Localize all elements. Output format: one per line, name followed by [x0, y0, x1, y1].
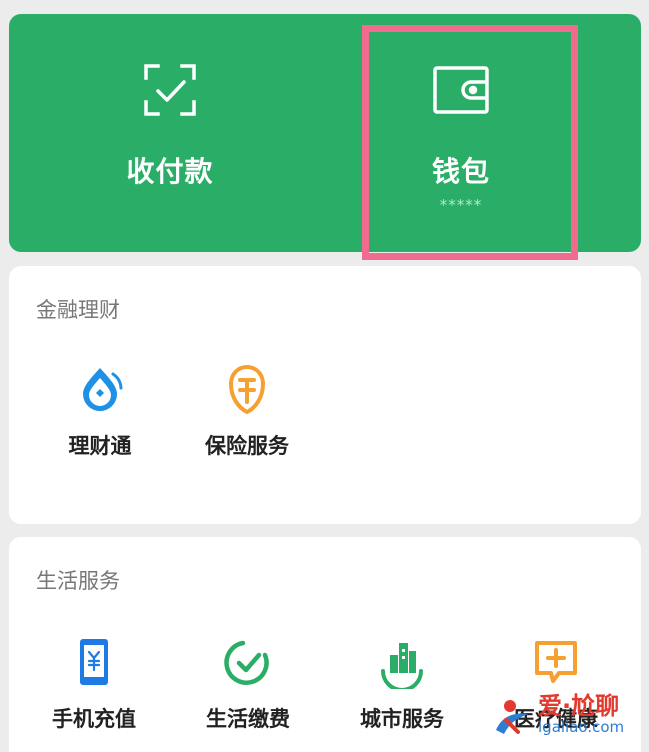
watermark-logo-icon: [496, 700, 528, 734]
wallet-balance-masked: *****: [439, 196, 483, 214]
site-watermark: 爱·尬聊 igaliao.com: [488, 686, 646, 746]
insurance-service-label: 保险服务: [205, 434, 289, 458]
finance-section: 金融理财 理财通 保险服务: [9, 266, 641, 524]
pay-receive-label: 收付款: [126, 155, 214, 188]
city-service-button[interactable]: 城市服务: [327, 635, 477, 733]
city-service-label: 城市服务: [360, 707, 444, 731]
watermark-cn-text: 爱·尬聊: [538, 692, 620, 720]
wallet-label: 钱包: [431, 155, 490, 188]
utility-payment-button[interactable]: 生活缴费: [173, 635, 323, 733]
phone-topup-button[interactable]: 手机充值: [19, 635, 169, 733]
wechat-pay-page: 收付款 钱包 ***** 金融理财 理财通 保险服务 生活服务 手机充值 生活缴…: [0, 0, 649, 752]
wallet-icon: [433, 66, 489, 114]
scan-check-icon: [144, 64, 196, 116]
phone-yuan-icon: [80, 639, 108, 685]
wealth-service-label: 理财通: [68, 434, 132, 458]
insurance-shield-icon: [228, 364, 266, 415]
wealth-drop-icon: [83, 368, 123, 411]
medical-plus-icon: [535, 641, 577, 683]
phone-topup-label: 手机充值: [52, 707, 136, 731]
insurance-service-button[interactable]: 保险服务: [172, 362, 322, 460]
city-buildings-icon: [381, 643, 423, 689]
wallet-button[interactable]: 钱包 *****: [361, 0, 561, 238]
wealth-service-button[interactable]: 理财通: [25, 362, 175, 460]
life-section-title: 生活服务: [36, 569, 120, 593]
finance-section-title: 金融理财: [36, 298, 120, 322]
utility-payment-label: 生活缴费: [206, 707, 290, 731]
payment-check-icon: [224, 640, 269, 685]
watermark-en-text: igaliao.com: [538, 718, 625, 736]
pay-receive-button[interactable]: 收付款: [70, 0, 270, 238]
